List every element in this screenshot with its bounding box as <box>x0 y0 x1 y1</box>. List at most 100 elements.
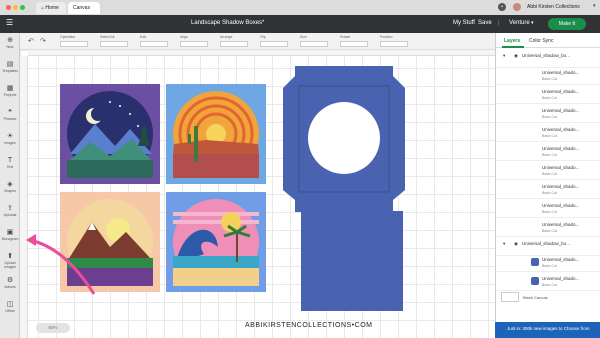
option-rotate[interactable]: Rotate <box>340 35 350 39</box>
layer-item[interactable]: Universal_shado... Basic Cut <box>496 253 600 272</box>
zoom-control[interactable]: 60% <box>36 323 70 333</box>
menu-icon[interactable]: ☰ <box>6 18 13 27</box>
redo-icon[interactable]: ↷ <box>40 37 46 45</box>
tool-actions[interactable]: ⚙ Actions <box>0 277 20 289</box>
layer-name: Universal_shado... <box>542 146 580 151</box>
layer-type: Basic Cut <box>542 191 557 195</box>
layer-type: Basic Cut <box>542 134 557 138</box>
option-flip[interactable]: Flip <box>260 35 266 39</box>
tool-label: Projects <box>3 93 17 97</box>
tool-upload-images[interactable]: ⬆ Upload Images <box>0 253 20 269</box>
tool-templates[interactable]: ▤ Templates <box>0 61 20 73</box>
account-name[interactable]: Abbi Kirsten Collections <box>527 4 580 10</box>
pink-arrow-annotation <box>26 234 96 295</box>
layer-item[interactable]: Universal_shado... Basic Cut <box>496 85 600 104</box>
tool-new[interactable]: ⊕ New <box>0 37 20 49</box>
layer-name: Universal_shado... <box>542 276 580 281</box>
active-tab-indicator <box>502 46 524 48</box>
layer-item[interactable]: Universal_shado... Basic Cut <box>496 272 600 291</box>
layers-panel-tabs: Layers Color Sync <box>496 33 600 48</box>
layer-item[interactable]: Universal_shado... Basic Cut <box>496 180 600 199</box>
layers-panel: Layers Color Sync ▾ ◉ Universal_shadow_bo.… <box>495 33 600 338</box>
layer-item[interactable]: Universal_shado... Basic Cut <box>496 66 600 85</box>
tool-label: Monogram <box>1 237 19 241</box>
layer-name: Universal_shado... <box>542 108 580 113</box>
layer-group-name: Universal_shadow_bo... <box>522 241 571 246</box>
maximize-window-dot[interactable] <box>20 5 25 10</box>
shirt-icon: ▤ <box>6 61 14 68</box>
layer-type: Basic Cut <box>542 283 557 287</box>
option-control[interactable] <box>300 41 328 47</box>
close-window-dot[interactable] <box>6 5 11 10</box>
tool-images[interactable]: ☀ Images <box>0 133 20 145</box>
blank-canvas-swatch[interactable] <box>501 292 519 302</box>
option-control[interactable] <box>100 41 128 47</box>
blank-canvas-label: Blank Canvas <box>523 295 548 300</box>
tab-home[interactable]: ⌂ Home <box>36 2 66 14</box>
tool-label: Actions <box>4 285 16 289</box>
promo-text: Just in: 300k new images to Choose from <box>507 326 590 331</box>
actions-icon: ⚙ <box>6 277 14 284</box>
art-moon-mountains[interactable] <box>60 84 160 184</box>
plus-icon: ⊕ <box>7 37 13 44</box>
layer-item[interactable]: Universal_shado... Basic Cut <box>496 142 600 161</box>
minimize-window-dot[interactable] <box>13 5 18 10</box>
avatar[interactable] <box>513 3 521 11</box>
tool-offset[interactable]: ◫ Offset <box>0 301 20 313</box>
text-icon: T <box>7 157 13 164</box>
undo-icon[interactable]: ↶ <box>28 37 34 45</box>
collapse-chevron-icon[interactable]: ▾ <box>503 53 505 59</box>
option-control[interactable] <box>380 41 408 47</box>
option-control[interactable] <box>260 41 288 47</box>
layer-item[interactable]: Universal_shado... Basic Cut <box>496 104 600 123</box>
layer-type: Basic Cut <box>542 210 557 214</box>
tab-layers[interactable]: Layers <box>504 38 520 44</box>
bell-icon[interactable]: • <box>498 3 506 11</box>
option-operation[interactable]: Operation <box>60 35 75 39</box>
collapse-chevron-icon[interactable]: ▾ <box>503 241 505 247</box>
option-select-all[interactable]: Select All <box>100 35 114 39</box>
tool-uploads[interactable]: ⇪ Uploads <box>0 205 20 217</box>
edit-toolbar: ↶ ↷ Operation Select All Edit Align Arrange F… <box>20 33 495 50</box>
tab-color-sync[interactable]: Color Sync <box>529 38 553 44</box>
tool-label: New <box>6 45 14 49</box>
layer-item[interactable]: Universal_shado... Basic Cut <box>496 161 600 180</box>
option-position[interactable]: Position <box>380 35 392 39</box>
option-control[interactable] <box>340 41 368 47</box>
layer-item[interactable]: Universal_shado... Basic Cut <box>496 199 600 218</box>
option-size[interactable]: Size <box>300 35 307 39</box>
promo-banner[interactable]: Just in: 300k new images to Choose from <box>495 322 600 338</box>
machine-select[interactable]: Venture <box>509 20 530 26</box>
option-control[interactable] <box>140 41 168 47</box>
tool-text[interactable]: T Text <box>0 157 20 169</box>
layer-item[interactable]: Universal_shado... Basic Cut <box>496 218 600 237</box>
make-it-button[interactable]: Make It <box>548 18 586 30</box>
tab-home-label: Home <box>45 5 59 11</box>
tool-phrases[interactable]: ❝ Phrases <box>0 109 20 121</box>
option-control[interactable] <box>60 41 88 47</box>
layer-item[interactable]: Universal_shado... Basic Cut <box>496 123 600 142</box>
layer-name: Universal_shado... <box>542 89 580 94</box>
top-ruler <box>28 50 495 56</box>
project-title[interactable]: Landscape Shadow Boxes* <box>191 20 264 26</box>
option-edit[interactable]: Edit <box>140 35 146 39</box>
tool-shapes[interactable]: ◈ Shapes <box>0 181 20 193</box>
art-beach-wave[interactable] <box>166 192 266 292</box>
layer-name: Universal_shado... <box>542 127 580 132</box>
option-align[interactable]: Align <box>180 35 188 39</box>
tool-projects[interactable]: ▦ Projects <box>0 85 20 97</box>
option-control[interactable] <box>220 41 248 47</box>
chevron-down-icon[interactable]: ▾ <box>593 3 596 9</box>
machine-chevron-icon[interactable]: ▾ <box>531 20 534 26</box>
art-desert-sunset[interactable] <box>166 84 266 184</box>
tab-canvas[interactable]: Canvas <box>68 2 100 14</box>
shadow-box-frame-net[interactable] <box>283 66 405 212</box>
tool-monogram[interactable]: ▣ Monogram <box>0 229 20 241</box>
option-control[interactable] <box>180 41 208 47</box>
shadow-box-back-panel[interactable] <box>301 211 403 311</box>
my-stuff-button[interactable]: My Stuff <box>453 20 475 26</box>
save-button[interactable]: Save <box>478 20 492 26</box>
option-arrange[interactable]: Arrange <box>220 35 232 39</box>
tool-label: Uploads <box>3 213 17 217</box>
monogram-icon: ▣ <box>6 229 14 236</box>
